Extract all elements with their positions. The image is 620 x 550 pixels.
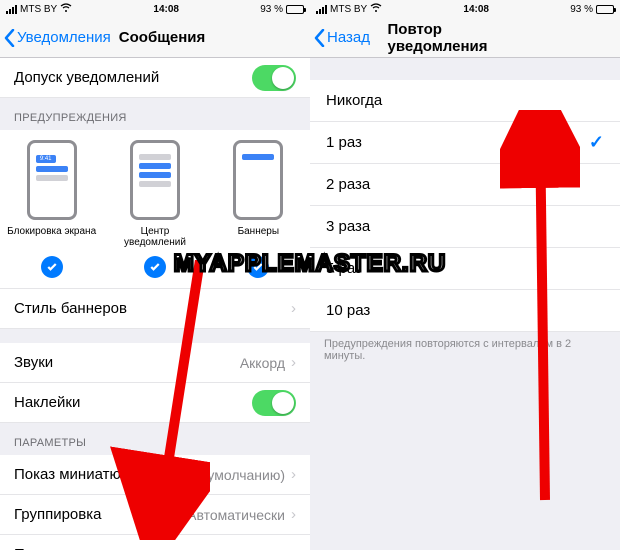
carrier-label: MTS BY xyxy=(20,4,57,15)
back-button[interactable]: Уведомления xyxy=(0,29,111,47)
clock: 14:08 xyxy=(153,4,179,15)
sounds-row[interactable]: Звуки Аккорд › xyxy=(0,343,310,383)
navbar: Уведомления Сообщения xyxy=(0,18,310,58)
alert-banner-check[interactable] xyxy=(247,256,269,278)
page-title: Сообщения xyxy=(119,29,205,46)
alert-center-label: Центр уведомлений xyxy=(124,226,186,248)
back-label: Назад xyxy=(327,29,370,46)
back-label: Уведомления xyxy=(17,29,111,46)
grouping-row[interactable]: Группировка Автоматически › xyxy=(0,495,310,535)
status-bar: MTS BY 14:08 93 % xyxy=(0,0,310,18)
signal-icon xyxy=(6,5,17,14)
alert-banner-option[interactable]: Баннеры xyxy=(213,140,303,248)
repeat-value: 1 раз xyxy=(251,547,285,550)
option-1[interactable]: 1 раз✓ xyxy=(310,122,620,164)
navbar: Назад Повтор уведомления xyxy=(310,18,620,58)
repeat-footer: Предупреждения повторяются с интервалом … xyxy=(310,332,620,368)
alert-center-check[interactable] xyxy=(144,256,166,278)
alert-center-option[interactable]: Центр уведомлений xyxy=(110,140,200,248)
thumbs-value: Всегда (по умолчанию) xyxy=(135,467,285,483)
page-title: Повтор уведомления xyxy=(388,21,543,55)
repeat-row[interactable]: Повтор уведомления 1 раз › xyxy=(0,535,310,550)
alert-lock-label: Блокировка экрана xyxy=(7,226,96,237)
banner-style-label: Стиль баннеров xyxy=(14,300,285,317)
battery-icon xyxy=(286,5,304,14)
alert-banner-label: Баннеры xyxy=(238,226,279,237)
carrier-label: MTS BY xyxy=(330,4,367,15)
chevron-right-icon: › xyxy=(291,466,296,483)
option-never[interactable]: Никогда xyxy=(310,80,620,122)
chevron-right-icon: › xyxy=(291,506,296,523)
stickers-toggle[interactable] xyxy=(252,390,296,416)
clock: 14:08 xyxy=(463,4,489,15)
option-2[interactable]: 2 раза xyxy=(310,164,620,206)
chevron-right-icon: › xyxy=(291,300,296,317)
option-5[interactable]: 5 раз xyxy=(310,248,620,290)
wifi-icon xyxy=(370,3,382,15)
chevron-right-icon: › xyxy=(291,354,296,371)
params-section-header: ПАРАМЕТРЫ xyxy=(0,423,310,455)
repeat-label: Повтор уведомления xyxy=(14,546,251,550)
stickers-row[interactable]: Наклейки xyxy=(0,383,310,423)
allow-notifications-row[interactable]: Допуск уведомлений xyxy=(0,58,310,98)
sounds-label: Звуки xyxy=(14,354,240,371)
battery-pct: 93 % xyxy=(260,4,283,15)
sounds-value: Аккорд xyxy=(240,355,285,371)
checkmark-icon: ✓ xyxy=(589,132,604,153)
alert-lock-check[interactable] xyxy=(41,256,63,278)
grouping-label: Группировка xyxy=(14,506,187,523)
thumbnails-row[interactable]: Показ миниатюр Всегда (по умолчанию) › xyxy=(0,455,310,495)
banner-style-row[interactable]: Стиль баннеров › xyxy=(0,289,310,329)
alert-lockscreen-option[interactable]: 9:41 Блокировка экрана xyxy=(7,140,97,248)
chevron-left-icon xyxy=(314,29,325,47)
alerts-section-header: ПРЕДУПРЕЖДЕНИЯ xyxy=(0,98,310,130)
battery-pct: 93 % xyxy=(570,4,593,15)
chevron-left-icon xyxy=(4,29,15,47)
option-3[interactable]: 3 раза xyxy=(310,206,620,248)
allow-label: Допуск уведомлений xyxy=(14,69,252,86)
thumbs-label: Показ миниатюр xyxy=(14,466,135,483)
status-bar: MTS BY 14:08 93 % xyxy=(310,0,620,18)
grouping-value: Автоматически xyxy=(187,507,285,523)
phone-right-repeat-settings: MTS BY 14:08 93 % Назад Повтор уведомлен… xyxy=(310,0,620,550)
signal-icon xyxy=(316,5,327,14)
alert-styles-group: 9:41 Блокировка экрана Центр уведомлений… xyxy=(0,130,310,289)
battery-icon xyxy=(596,5,614,14)
chevron-right-icon: › xyxy=(291,546,296,550)
stickers-label: Наклейки xyxy=(14,394,252,411)
repeat-options-list: Никогда 1 раз✓ 2 раза 3 раза 5 раз 10 ра… xyxy=(310,80,620,332)
phone-left-messages-settings: MTS BY 14:08 93 % Уведомления Сообщения … xyxy=(0,0,310,550)
option-10[interactable]: 10 раз xyxy=(310,290,620,332)
allow-toggle[interactable] xyxy=(252,65,296,91)
wifi-icon xyxy=(60,3,72,15)
back-button[interactable]: Назад xyxy=(310,29,370,47)
